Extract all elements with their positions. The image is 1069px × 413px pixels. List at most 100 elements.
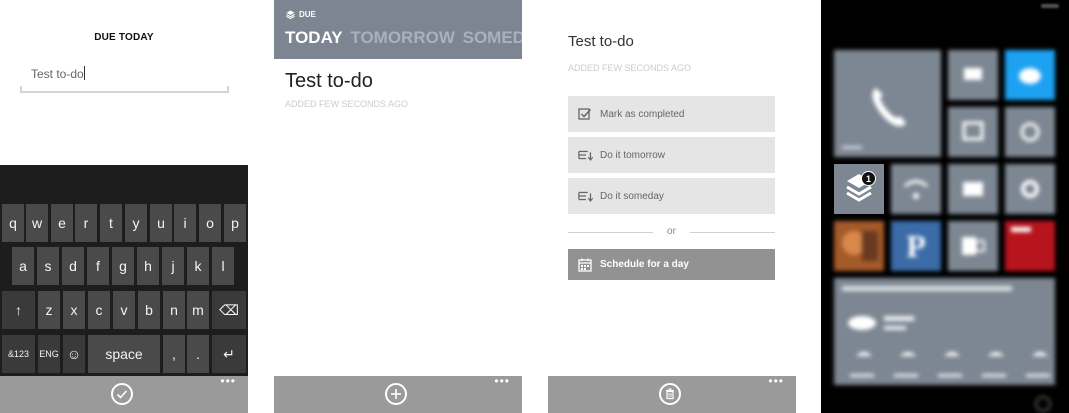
due-list-screen: DUE TODAY TOMORROW SOMEDAY Test to-do AD… bbox=[274, 0, 522, 413]
key-symbols[interactable]: &123 bbox=[2, 335, 35, 373]
stack-icon bbox=[286, 10, 295, 19]
key-k[interactable]: k bbox=[187, 247, 209, 285]
todo-detail-screen: Test to-do ADDED FEW SECONDS AGO Mark as… bbox=[548, 0, 796, 413]
browser-tile[interactable] bbox=[1005, 107, 1055, 157]
key-a[interactable]: a bbox=[12, 247, 34, 285]
calendar-tile[interactable] bbox=[948, 107, 998, 157]
move-later-icon bbox=[578, 148, 594, 162]
checkmark-icon bbox=[116, 390, 128, 399]
more-options-button[interactable]: ••• bbox=[220, 374, 236, 388]
calendar-icon bbox=[962, 121, 984, 141]
globe-icon bbox=[1020, 122, 1040, 142]
key-s[interactable]: s bbox=[37, 247, 59, 285]
do-someday-label: Do it someday bbox=[600, 190, 664, 202]
wifi-icon bbox=[904, 180, 928, 199]
key-v[interactable]: v bbox=[113, 291, 135, 329]
key-h[interactable]: h bbox=[137, 247, 159, 285]
key-backspace[interactable]: ⌫ bbox=[212, 291, 246, 329]
tab-tomorrow[interactable]: TOMORROW bbox=[350, 28, 455, 47]
key-q[interactable]: q bbox=[2, 204, 24, 242]
key-o[interactable]: o bbox=[199, 204, 221, 242]
key-language[interactable]: ENG bbox=[38, 335, 60, 373]
mark-completed-button[interactable]: Mark as completed bbox=[568, 96, 775, 132]
news-tile[interactable] bbox=[1005, 221, 1055, 271]
key-y[interactable]: y bbox=[125, 204, 147, 242]
key-r[interactable]: r bbox=[75, 204, 97, 242]
key-d[interactable]: d bbox=[62, 247, 84, 285]
more-options-button[interactable]: ••• bbox=[494, 374, 510, 388]
office-icon bbox=[962, 237, 985, 255]
todo-title-input[interactable]: Test to-do bbox=[31, 66, 85, 81]
key-i[interactable]: i bbox=[174, 204, 196, 242]
todo-item-title[interactable]: Test to-do bbox=[285, 70, 373, 93]
key-n[interactable]: n bbox=[163, 291, 185, 329]
pivot-tabs: TODAY TOMORROW SOMEDAY bbox=[285, 28, 522, 48]
key-emoji[interactable]: ☺ bbox=[63, 335, 85, 373]
stack-icon bbox=[846, 174, 872, 202]
new-todo-screen: DUE TODAY Test to-do q w e r t y u i o p… bbox=[0, 0, 248, 413]
key-u[interactable]: u bbox=[150, 204, 172, 242]
mark-completed-label: Mark as completed bbox=[600, 108, 685, 120]
calendar-icon bbox=[578, 258, 594, 272]
divider-line-right bbox=[690, 232, 775, 233]
key-w[interactable]: w bbox=[26, 204, 48, 242]
add-todo-button[interactable] bbox=[385, 383, 407, 405]
key-shift[interactable]: ↑ bbox=[2, 291, 35, 329]
key-p[interactable]: p bbox=[224, 204, 246, 242]
key-f[interactable]: f bbox=[87, 247, 109, 285]
due-app-tile[interactable]: 1 bbox=[834, 164, 884, 214]
todo-item-timestamp: ADDED FEW SECONDS AGO bbox=[285, 99, 409, 109]
header-label: DUE bbox=[286, 10, 316, 19]
tab-today[interactable]: TODAY bbox=[285, 28, 343, 47]
wifi-tile[interactable] bbox=[891, 164, 941, 214]
mail-tile[interactable] bbox=[948, 164, 998, 214]
input-underline bbox=[20, 86, 229, 93]
todo-title-value: Test to-do bbox=[31, 67, 84, 81]
page-title: DUE TODAY bbox=[94, 32, 154, 43]
key-space[interactable]: space bbox=[88, 335, 160, 373]
todo-title: Test to-do bbox=[568, 33, 634, 50]
settings-tile[interactable] bbox=[1005, 164, 1055, 214]
weather-tile[interactable] bbox=[834, 278, 1055, 385]
key-enter[interactable]: ↵ bbox=[212, 335, 246, 373]
more-options-button[interactable]: ••• bbox=[768, 374, 784, 388]
delete-button[interactable] bbox=[659, 383, 681, 405]
key-e[interactable]: e bbox=[51, 204, 73, 242]
key-z[interactable]: z bbox=[38, 291, 60, 329]
key-period[interactable]: . bbox=[187, 335, 209, 373]
photo-icon bbox=[842, 231, 878, 261]
pinterest-tile[interactable]: P bbox=[891, 221, 941, 271]
phone-icon bbox=[842, 88, 906, 149]
do-tomorrow-button[interactable]: Do it tomorrow bbox=[568, 137, 775, 173]
key-b[interactable]: b bbox=[138, 291, 160, 329]
plus-icon bbox=[391, 389, 401, 399]
messaging-tile[interactable] bbox=[948, 50, 998, 100]
key-j[interactable]: j bbox=[162, 247, 184, 285]
key-l[interactable]: l bbox=[212, 247, 234, 285]
do-someday-button[interactable]: Do it someday bbox=[568, 178, 775, 214]
onscreen-keyboard: q w e r t y u i o p a s d f g h j k l ↑ … bbox=[0, 165, 248, 376]
photos-tile[interactable] bbox=[834, 221, 884, 271]
scroll-arrow-icon[interactable] bbox=[1035, 396, 1051, 412]
phone-tile[interactable] bbox=[834, 50, 941, 157]
schedule-label: Schedule for a day bbox=[600, 259, 689, 270]
gear-icon bbox=[1021, 180, 1039, 198]
schedule-button[interactable]: Schedule for a day bbox=[568, 249, 775, 280]
start-screen: 1 P bbox=[821, 0, 1069, 413]
weather-icon bbox=[842, 286, 1050, 377]
key-m[interactable]: m bbox=[187, 291, 209, 329]
twitter-tile[interactable] bbox=[1005, 50, 1055, 100]
move-later-icon bbox=[578, 189, 594, 203]
key-g[interactable]: g bbox=[112, 247, 134, 285]
text-caret bbox=[83, 66, 85, 80]
trash-icon bbox=[666, 388, 674, 400]
key-t[interactable]: t bbox=[100, 204, 122, 242]
key-c[interactable]: c bbox=[88, 291, 110, 329]
tab-someday[interactable]: SOMEDAY bbox=[463, 28, 522, 47]
save-button[interactable] bbox=[111, 383, 133, 405]
news-icon bbox=[1011, 227, 1031, 232]
key-comma[interactable]: , bbox=[163, 335, 185, 373]
status-bar-icon bbox=[1041, 4, 1059, 8]
office-tile[interactable] bbox=[948, 221, 998, 271]
key-x[interactable]: x bbox=[63, 291, 85, 329]
